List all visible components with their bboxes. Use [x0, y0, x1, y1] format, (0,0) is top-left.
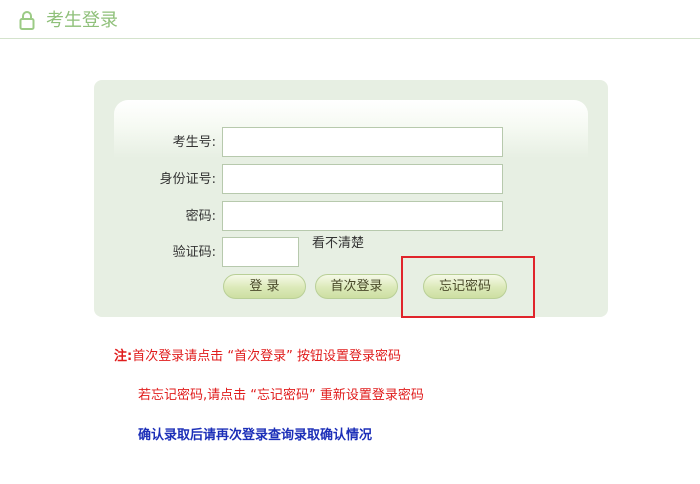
note-line-1-text: 首次登录请点击 “首次登录” 按钮设置登录密码 [132, 349, 401, 364]
highlight-box [401, 256, 535, 318]
exam-no-input[interactable] [222, 127, 503, 157]
note-prefix: 注: [114, 349, 133, 364]
first-login-button[interactable]: 首次登录 [315, 274, 398, 299]
login-button[interactable]: 登 录 [223, 274, 306, 299]
id-card-input[interactable] [222, 164, 503, 194]
captcha-refresh-link[interactable]: 看不清楚 [312, 235, 364, 253]
lock-icon [19, 11, 35, 30]
password-input[interactable] [222, 201, 503, 231]
captcha-label: 验证码: [172, 245, 216, 260]
note-line-3: 确认录取后请再次登录查询录取确认情况 [138, 428, 373, 443]
note-line-1: 注:首次登录请点击 “首次登录” 按钮设置登录密码 [114, 348, 401, 366]
page-title: 考生登录 [46, 10, 118, 31]
password-label: 密码: [185, 209, 216, 224]
id-card-label: 身份证号: [159, 172, 216, 187]
captcha-input[interactable] [222, 237, 299, 267]
header-bar: 考生登录 [0, 0, 700, 39]
exam-no-label: 考生号: [172, 135, 216, 150]
note-line-2: 若忘记密码,请点击 “忘记密码” 重新设置登录密码 [138, 388, 424, 403]
